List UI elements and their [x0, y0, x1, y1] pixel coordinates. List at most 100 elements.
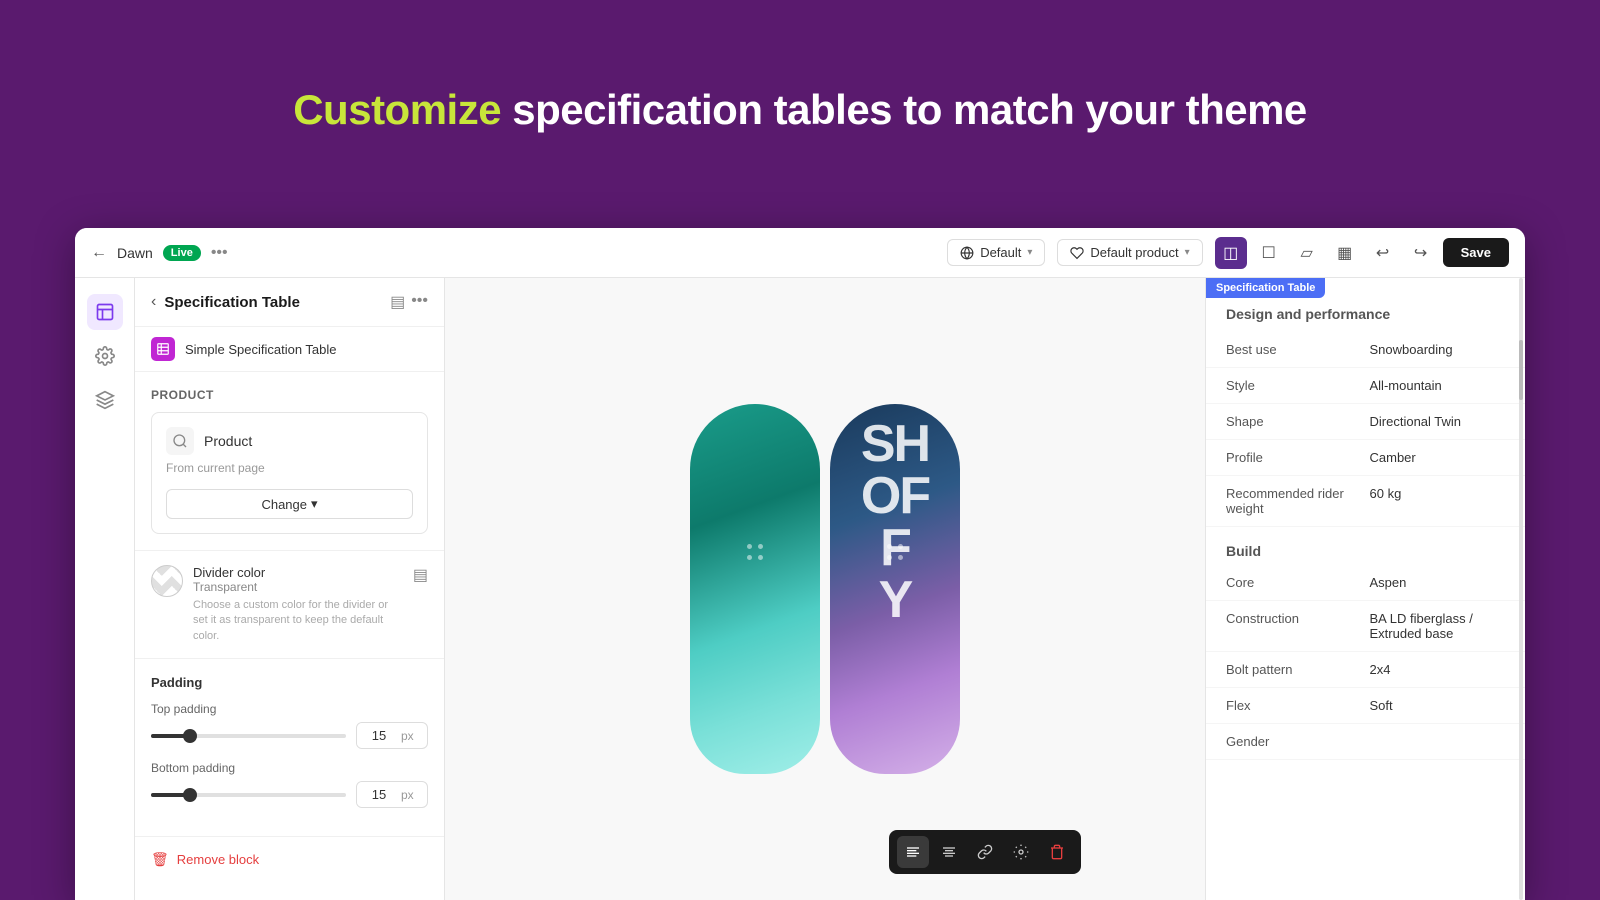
default-theme-button[interactable]: Default ▾: [947, 239, 1045, 266]
save-button[interactable]: Save: [1443, 238, 1509, 267]
product-name: Product: [204, 433, 252, 449]
top-padding-input-box: px: [356, 722, 428, 749]
toolbar-align-left-button[interactable]: [897, 836, 929, 868]
color-swatch[interactable]: [151, 565, 183, 597]
remove-block-row[interactable]: 🗑 Remove block: [135, 837, 444, 882]
editor-body: ‹ Specification Table ▤ ••• Simple Speci…: [75, 278, 1525, 900]
layout-button[interactable]: ▦: [1329, 237, 1361, 269]
spec-val: [1370, 734, 1506, 749]
sub-item-label: Simple Specification Table: [185, 342, 337, 357]
spec-key: Bolt pattern: [1226, 662, 1362, 677]
bottom-padding-track[interactable]: [151, 793, 346, 797]
top-padding-track[interactable]: [151, 734, 346, 738]
spec-val: Directional Twin: [1370, 414, 1506, 429]
panel-icons: ▤ •••: [390, 292, 428, 312]
product-box: Product From current page Change ▾: [151, 412, 428, 534]
bottom-padding-label: Bottom padding: [151, 761, 428, 775]
bottom-padding-thumb[interactable]: [183, 788, 197, 802]
simple-spec-table-item[interactable]: Simple Specification Table: [135, 327, 444, 372]
spec-scrollbar-thumb: [1519, 340, 1523, 400]
sub-item-icon: [151, 337, 175, 361]
product-source: From current page: [166, 461, 413, 475]
chevron-icon: ▾: [1027, 247, 1032, 258]
toolbar-delete-button[interactable]: [1041, 836, 1073, 868]
change-button[interactable]: Change ▾: [166, 489, 413, 519]
remove-icon: 🗑: [151, 851, 169, 868]
sidebar-item-sections[interactable]: [87, 294, 123, 330]
spec-key: Style: [1226, 378, 1362, 393]
sidebar-icons: [75, 278, 135, 900]
snowboard-dark: SHOFFY: [830, 404, 960, 774]
undo-button[interactable]: ↩: [1367, 237, 1399, 269]
chevron-icon: ▾: [1185, 247, 1190, 258]
spec-row-bolt: Bolt pattern 2x4: [1206, 652, 1525, 688]
live-badge: Live: [163, 245, 201, 261]
spec-key: Gender: [1226, 734, 1362, 749]
divider-sub: Transparent: [193, 580, 403, 594]
tablet-view-button[interactable]: ☐: [1253, 237, 1285, 269]
spec-key: Core: [1226, 575, 1362, 590]
redo-button[interactable]: ↪: [1405, 237, 1437, 269]
mobile-view-button[interactable]: ▱: [1291, 237, 1323, 269]
toolbar-align-center-button[interactable]: [933, 836, 965, 868]
top-padding-slider-row: px: [151, 722, 428, 749]
hero-title: Customize specification tables to match …: [293, 86, 1307, 134]
topbar-center: Default ▾ Default product ▾: [947, 239, 1202, 266]
topbar: ← Dawn Live ••• Default ▾ Default produc…: [75, 228, 1525, 278]
divider-title: Divider color: [193, 565, 403, 580]
bottom-padding-row: Bottom padding px: [151, 761, 428, 808]
top-padding-input[interactable]: [357, 723, 401, 748]
spec-val: Aspen: [1370, 575, 1506, 590]
spec-key: Construction: [1226, 611, 1362, 641]
spec-row-gender: Gender: [1206, 724, 1525, 760]
top-padding-row: Top padding px: [151, 702, 428, 749]
sidebar-item-settings[interactable]: [87, 338, 123, 374]
panel-stack-icon[interactable]: ▤: [390, 292, 405, 312]
toolbar-link-button[interactable]: [969, 836, 1001, 868]
more-options-icon[interactable]: •••: [211, 244, 228, 262]
panel-title: Specification Table: [164, 294, 382, 311]
toolbar-edit-button[interactable]: [1005, 836, 1037, 868]
preview-area: SHOFFY: [445, 278, 1205, 900]
spec-row-flex: Flex Soft: [1206, 688, 1525, 724]
chevron-down-icon: ▾: [311, 496, 318, 512]
topbar-left: ← Dawn Live •••: [91, 244, 935, 262]
back-icon[interactable]: ←: [91, 244, 107, 262]
stack-icon: ▤: [413, 565, 428, 585]
bottom-toolbar: [889, 830, 1081, 874]
spec-tag: Specification Table: [1206, 278, 1325, 298]
top-padding-thumb[interactable]: [183, 729, 197, 743]
panel-more-icon[interactable]: •••: [411, 292, 428, 312]
product-icon: [166, 427, 194, 455]
spec-row-best-use: Best use Snowboarding: [1206, 332, 1525, 368]
hero-highlight: Customize: [293, 86, 501, 133]
remove-label: Remove block: [177, 852, 259, 867]
top-padding-label: Top padding: [151, 702, 428, 716]
panel-back-icon[interactable]: ‹: [151, 293, 156, 311]
spec-val: 2x4: [1370, 662, 1506, 677]
sidebar-item-blocks[interactable]: [87, 382, 123, 418]
bottom-padding-input-box: px: [356, 781, 428, 808]
product-section: Product Product From current page Change…: [135, 372, 444, 551]
spec-val: Camber: [1370, 450, 1506, 465]
store-name: Dawn: [117, 245, 153, 261]
spec-row-profile: Profile Camber: [1206, 440, 1525, 476]
panel-header: ‹ Specification Table ▤ •••: [135, 278, 444, 327]
divider-info: Divider color Transparent Choose a custo…: [193, 565, 403, 644]
spec-row-core: Core Aspen: [1206, 565, 1525, 601]
spec-key: Shape: [1226, 414, 1362, 429]
bottom-padding-slider-row: px: [151, 781, 428, 808]
spec-key: Best use: [1226, 342, 1362, 357]
bottom-padding-unit: px: [401, 783, 422, 807]
top-padding-unit: px: [401, 724, 422, 748]
spec-row-construction: Construction BA LD fiberglass / Extruded…: [1206, 601, 1525, 652]
spec-val: Snowboarding: [1370, 342, 1506, 357]
spec-panel: Specification Table Design and performan…: [1205, 278, 1525, 900]
sb-text: SHOFFY: [861, 418, 929, 626]
default-product-button[interactable]: Default product ▾: [1057, 239, 1202, 266]
bottom-padding-input[interactable]: [357, 782, 401, 807]
sb-dots-dark: [887, 544, 903, 560]
divider-desc: Choose a custom color for the divider or…: [193, 598, 403, 644]
product-section-label: Product: [151, 388, 428, 402]
desktop-view-button[interactable]: ◫: [1215, 237, 1247, 269]
